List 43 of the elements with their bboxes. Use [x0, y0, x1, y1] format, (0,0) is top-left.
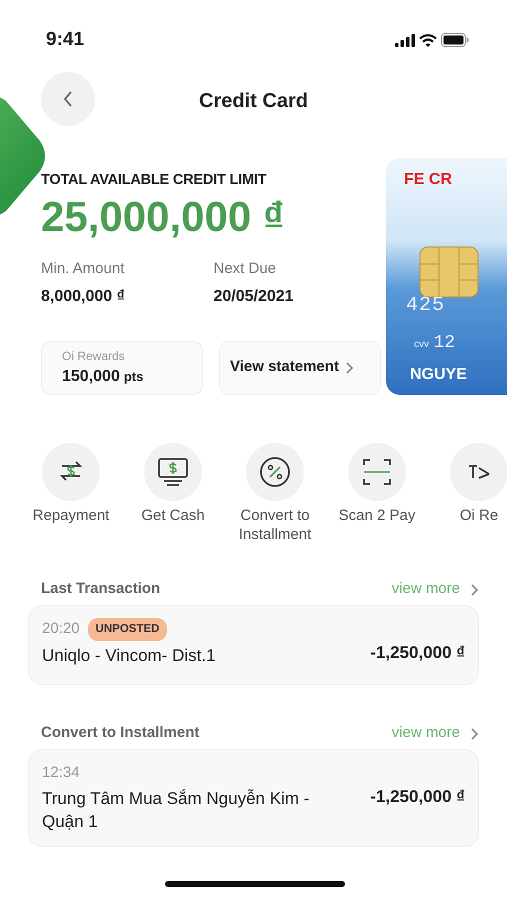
- card-brand: FE CR: [404, 170, 452, 190]
- summary-value: 8,000,000 ₫: [41, 286, 126, 307]
- card-holder: NGUYE: [410, 365, 467, 385]
- view-statement-button[interactable]: View statement: [219, 340, 381, 395]
- quick-action-button[interactable]: Convert to Installment: [224, 443, 326, 544]
- rewards-points: 150,000: [62, 366, 120, 387]
- quick-action-button[interactable]: Scan 2 Pay: [326, 443, 428, 544]
- cvv-value: 12: [433, 333, 456, 353]
- page-title: Credit Card: [198, 89, 309, 114]
- transaction-amount: -1,250,000 ₫: [370, 642, 465, 664]
- cvv-label: cvv: [414, 339, 429, 350]
- card-number: 425: [406, 293, 446, 319]
- transaction-card[interactable]: 20:20 UNPOSTED Uniqlo - Vincom- Dist.1 -1,250,000 ₫: [28, 604, 479, 684]
- chevron-right-icon: [470, 726, 479, 740]
- summary-label: Next Due: [214, 259, 278, 280]
- status-time: 9:41: [46, 28, 84, 52]
- back-icon: [62, 90, 74, 108]
- credit-limit-amount: 25,000,000 ₫: [41, 192, 286, 242]
- rewards-unit: pts: [124, 368, 144, 386]
- chip-icon: [419, 246, 479, 298]
- transaction-time: 20:20: [42, 618, 80, 639]
- quick-action-button[interactable]: Repayment: [20, 443, 122, 544]
- summary-value: 20/05/2021: [214, 286, 295, 307]
- status-tag: UNPOSTED: [88, 618, 168, 641]
- merchant-name: Trung Tâm Mua Sắm Nguyễn Kim - Quận 1: [42, 788, 310, 833]
- quick-action-button[interactable]: Get Cash: [122, 443, 224, 544]
- rewards-label: Oi Rewards: [62, 348, 126, 365]
- percent-icon: [258, 455, 292, 489]
- section-title: Convert to Installment: [41, 723, 200, 744]
- chevron-right-icon: [470, 582, 479, 596]
- transaction-amount: -1,250,000 ₫: [370, 786, 465, 808]
- monitor-icon: [156, 455, 190, 489]
- wifi-icon: [419, 34, 437, 46]
- merchant-name: Uniqlo - Vincom- Dist.1: [42, 644, 217, 667]
- battery-icon: [441, 33, 469, 47]
- summary-label: Min. Amount: [41, 259, 126, 280]
- transaction-card[interactable]: 12:34 Trung Tâm Mua Sắm Nguyễn Kim - Quận 1 -1,250,000 ₫: [28, 748, 479, 847]
- credit-limit-label: TOTAL AVAILABLE CREDIT LIMIT: [41, 171, 268, 190]
- quick-action-button[interactable]: Oi Re: [428, 443, 507, 544]
- chevron-right-icon: [344, 360, 354, 375]
- section-title: Last Transaction: [41, 579, 160, 600]
- signal-icon: [395, 34, 415, 46]
- transaction-time: 12:34: [42, 762, 80, 782]
